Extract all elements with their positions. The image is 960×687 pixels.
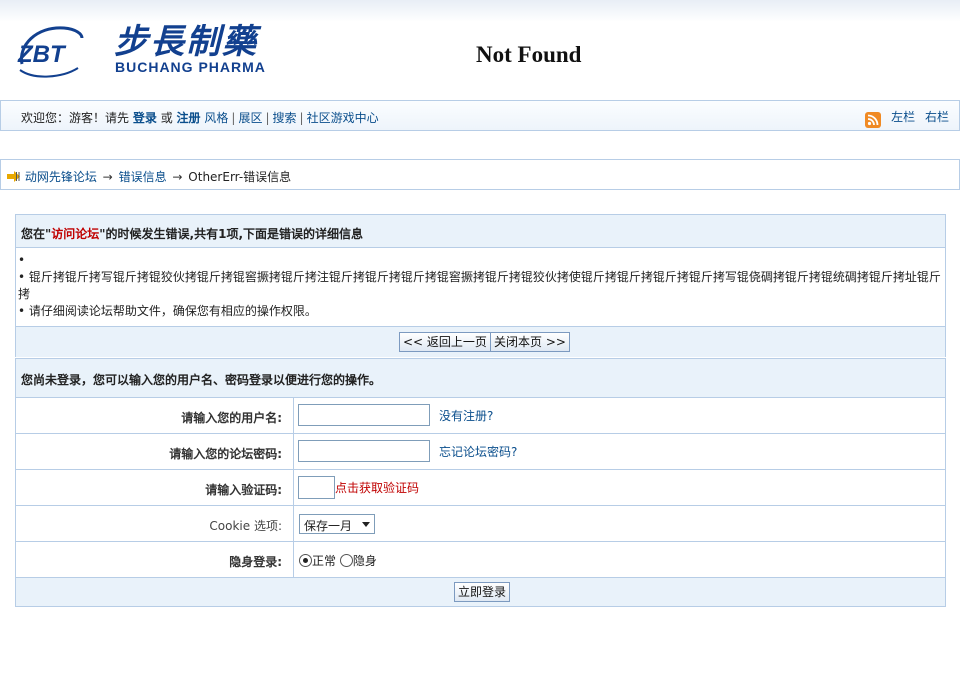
- register-link[interactable]: 注册: [177, 111, 201, 125]
- error-actions: << 返回上一页 关闭本页 >>: [16, 326, 945, 357]
- breadcrumb-arrow: →: [102, 170, 113, 184]
- captcha-label: 请输入验证码:: [205, 483, 282, 497]
- login-actions: 立即登录: [16, 578, 945, 606]
- user-bar: 欢迎您：游客！请先 登录 或 注册 风格 | 展区 | 搜索 | 社区游戏中心 左栏 右栏: [0, 100, 960, 131]
- breadcrumb-inner: 动网先锋论坛 → 错误信息 → OtherErr-错误信息: [7, 168, 291, 185]
- username-value-cell: 没有注册?: [297, 398, 937, 433]
- captcha-value-cell: 点击获取验证码: [297, 470, 937, 505]
- get-captcha-link[interactable]: 点击获取验证码: [335, 479, 419, 496]
- password-label: 请输入您的论坛密码:: [169, 447, 282, 461]
- site-logo[interactable]: ZBT 步長制藥 BUCHANG PHARMA: [16, 20, 266, 84]
- close-page-button[interactable]: 关闭本页 >>: [490, 332, 570, 352]
- error-item-text: 请仔细阅读论坛帮助文件，确保您有相应的操作权限。: [28, 304, 317, 318]
- radio-hidden[interactable]: [339, 554, 353, 567]
- radio-hidden-label: 隐身: [352, 554, 377, 568]
- error-item-text: 锟斤拷锟斤拷写锟斤拷锟狡伙拷锟斤拷锟窖撅拷锟斤拷注锟斤拷锟斤拷锟斤拷锟窖撅拷锟斤…: [18, 270, 941, 301]
- game-center-link[interactable]: 社区游戏中心: [307, 111, 379, 125]
- error-item: •: [18, 252, 944, 269]
- hidden-login-value-cell: 正常 隐身: [297, 542, 937, 577]
- welcome-text: 欢迎您：游客！请先: [21, 111, 130, 125]
- breadcrumb-arrow: →: [172, 170, 183, 184]
- radio-normal[interactable]: [299, 554, 312, 567]
- back-button[interactable]: << 返回上一页: [399, 332, 491, 352]
- left-column-link[interactable]: 左栏: [891, 110, 915, 124]
- breadcrumb-forum-link[interactable]: 动网先锋论坛: [25, 170, 97, 184]
- hidden-login-label: 隐身登录:: [229, 555, 282, 569]
- submit-login-button[interactable]: 立即登录: [454, 582, 511, 602]
- login-panel: 您尚未登录，您可以输入您的用户名、密码登录以便进行您的操作。 请输入您的用户名:…: [15, 358, 946, 607]
- separator: |: [231, 111, 236, 125]
- username-label-cell: 请输入您的用户名:: [16, 398, 294, 433]
- hidden-login-label-cell: 隐身登录:: [16, 542, 294, 577]
- cookie-select[interactable]: 保存一月: [299, 514, 375, 534]
- username-label: 请输入您的用户名:: [181, 411, 282, 425]
- error-item: • 请仔细阅读论坛帮助文件，确保您有相应的操作权限。: [18, 303, 944, 320]
- chevron-down-icon: [362, 522, 370, 527]
- error-title-bar: 您在"访问论坛"的时候发生错误,共有1项,下面是错误的详细信息: [16, 215, 945, 248]
- rss-icon[interactable]: [865, 111, 882, 128]
- hidden-login-row: 隐身登录: 正常 隐身: [16, 542, 945, 578]
- search-link[interactable]: 搜索: [273, 111, 297, 125]
- captcha-row: 请输入验证码: 点击获取验证码: [16, 470, 945, 506]
- error-panel: 您在"访问论坛"的时候发生错误,共有1项,下面是错误的详细信息 • • 锟斤拷锟…: [15, 214, 946, 357]
- separator: |: [299, 111, 304, 125]
- user-bar-left: 欢迎您：游客！请先 登录 或 注册 风格 | 展区 | 搜索 | 社区游戏中心: [21, 109, 379, 126]
- bullet: •: [18, 253, 26, 267]
- error-list: • • 锟斤拷锟斤拷写锟斤拷锟狡伙拷锟斤拷锟窖撅拷锟斤拷注锟斤拷锟斤拷锟斤拷锟窖…: [18, 252, 944, 320]
- user-bar-right: 左栏 右栏: [865, 108, 949, 128]
- password-value-cell: 忘记论坛密码?: [297, 434, 937, 469]
- style-link[interactable]: 风格: [204, 111, 228, 125]
- separator: |: [265, 111, 270, 125]
- username-input[interactable]: [298, 404, 430, 426]
- password-label-cell: 请输入您的论坛密码:: [16, 434, 294, 469]
- logo-mark-text: ZBT: [17, 41, 67, 68]
- breadcrumb-current: OtherErr-错误信息: [188, 170, 292, 184]
- password-row: 请输入您的论坛密码: 忘记论坛密码?: [16, 434, 945, 470]
- breadcrumb-error-link[interactable]: 错误信息: [119, 170, 167, 184]
- forgot-password-link[interactable]: 忘记论坛密码?: [439, 443, 517, 460]
- arrow-right-icon: [7, 171, 20, 182]
- logo-mark-icon: ZBT: [17, 26, 84, 78]
- bullet: •: [18, 270, 26, 284]
- hidden-login-options: 正常 隐身: [299, 552, 377, 569]
- login-title-bar: 您尚未登录，您可以输入您的用户名、密码登录以便进行您的操作。: [16, 359, 945, 398]
- showcase-link[interactable]: 展区: [238, 111, 262, 125]
- register-link-form[interactable]: 没有注册?: [439, 407, 493, 424]
- breadcrumb: 动网先锋论坛 → 错误信息 → OtherErr-错误信息: [0, 159, 960, 190]
- error-title: 您在"访问论坛"的时候发生错误,共有1项,下面是错误的详细信息: [21, 225, 363, 242]
- login-link[interactable]: 登录: [133, 111, 157, 125]
- error-title-highlight: 访问论坛: [51, 227, 100, 241]
- right-column-link[interactable]: 右栏: [925, 110, 949, 124]
- cookie-row: Cookie 选项: 保存一月: [16, 506, 945, 542]
- logo-chinese-text: 步長制藥: [114, 22, 258, 62]
- cookie-value-cell: 保存一月: [297, 506, 937, 541]
- error-title-suffix: "的时候发生错误,共有1项,下面是错误的详细信息: [99, 227, 364, 241]
- not-found-heading: Not Found: [476, 42, 582, 67]
- password-input[interactable]: [298, 440, 430, 462]
- cookie-select-value: 保存一月: [304, 519, 353, 533]
- captcha-label-cell: 请输入验证码:: [16, 470, 294, 505]
- error-title-prefix: 您在": [21, 227, 52, 241]
- cookie-label-cell: Cookie 选项:: [16, 506, 294, 541]
- bullet: •: [18, 304, 26, 318]
- cookie-label: Cookie 选项:: [209, 519, 282, 533]
- username-row: 请输入您的用户名: 没有注册?: [16, 398, 945, 434]
- radio-normal-label: 正常: [312, 554, 337, 568]
- captcha-input[interactable]: [298, 476, 335, 499]
- or-text: 或: [160, 111, 173, 125]
- login-title: 您尚未登录，您可以输入您的用户名、密码登录以便进行您的操作。: [21, 373, 382, 387]
- logo-english-text: BUCHANG PHARMA: [115, 59, 266, 75]
- error-item: • 锟斤拷锟斤拷写锟斤拷锟狡伙拷锟斤拷锟窖撅拷锟斤拷注锟斤拷锟斤拷锟斤拷锟窖撅拷…: [18, 269, 944, 303]
